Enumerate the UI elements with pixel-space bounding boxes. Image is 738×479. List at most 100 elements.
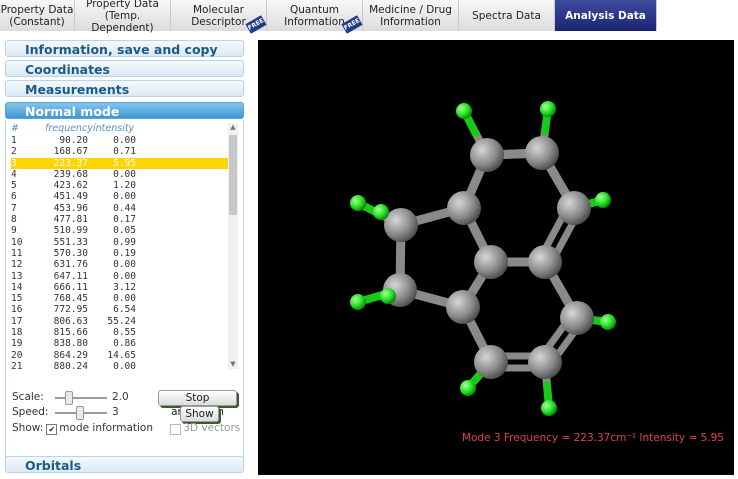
mode-info-checkbox[interactable]: ✔ — [46, 424, 58, 435]
tab-3[interactable]: Molecular Descriptor FREE — [171, 0, 267, 34]
tab-label: Quantum Information — [284, 3, 345, 28]
row-number: 16 — [11, 304, 23, 316]
speed-slider-handle[interactable] — [76, 406, 84, 420]
row-frequency: 168.67 — [53, 146, 88, 158]
table-row[interactable]: 20 864.29 14.65 — [11, 350, 231, 361]
accordion-info[interactable]: Information, save and copy — [5, 40, 244, 57]
row-frequency: 838.80 — [53, 338, 88, 350]
tab-label: Property Data (Constant) — [0, 3, 74, 28]
row-intensity: 3.12 — [113, 281, 136, 293]
hydrogen-atom — [541, 400, 557, 416]
row-intensity: 0.00 — [113, 360, 136, 370]
row-number: 19 — [11, 338, 23, 350]
stop-animation-button[interactable]: Stop animation — [158, 390, 237, 418]
row-frequency: 880.24 — [53, 360, 88, 370]
table-row[interactable]: 12 631.76 0.00 — [11, 259, 231, 270]
table-row[interactable]: 21 880.24 0.00 — [11, 361, 231, 370]
table-row[interactable]: 9 510.99 0.05 — [11, 225, 231, 236]
table-row[interactable]: 16 772.95 6.54 — [11, 304, 231, 315]
row-frequency: 647.11 — [53, 270, 88, 282]
show-button[interactable]: Show — [180, 406, 219, 422]
scale-slider-track[interactable] — [55, 397, 107, 399]
molecule-canvas[interactable] — [258, 40, 734, 475]
carbon-atom — [474, 345, 508, 379]
scroll-down-icon[interactable]: ▼ — [228, 360, 238, 369]
row-number: 6 — [11, 191, 17, 203]
row-number: 21 — [11, 360, 23, 370]
show-label: Show: — [12, 422, 44, 434]
row-intensity: 0.55 — [113, 327, 136, 339]
table-row[interactable]: 10 551.33 0.99 — [11, 237, 231, 248]
tab-label: Property Data (Temp. Dependent) — [86, 0, 159, 34]
row-frequency: 815.66 — [53, 327, 88, 339]
carbon-atom — [470, 138, 504, 172]
table-row[interactable]: 17 806.63 55.24 — [11, 316, 231, 327]
table-scrollbar[interactable]: ▲ ▼ — [228, 123, 238, 369]
vectors-checkbox[interactable]: ✔ — [170, 424, 182, 435]
accordion-normal-mode[interactable]: Normal mode — [5, 102, 244, 119]
row-intensity: 1.20 — [113, 180, 136, 192]
table-row[interactable]: 14 666.11 3.12 — [11, 282, 231, 293]
row-frequency: 864.29 — [53, 349, 88, 361]
table-row[interactable]: 6 451.49 0.00 — [11, 191, 231, 202]
hydrogen-atom — [460, 380, 476, 396]
hydrogen-atom — [350, 294, 366, 310]
hydrogen-atom — [456, 103, 472, 119]
tab-1[interactable]: Property Data (Constant) — [0, 0, 75, 31]
tab-label: Medicine / Drug Information — [369, 3, 452, 28]
row-frequency: 772.95 — [53, 304, 88, 316]
row-number: 17 — [11, 315, 23, 327]
row-intensity: 5.95 — [113, 157, 136, 169]
row-intensity: 0.00 — [113, 168, 136, 180]
row-frequency: 768.45 — [53, 293, 88, 305]
row-intensity: 14.65 — [107, 349, 136, 361]
molecule-viewer[interactable]: Mode 3 Frequency = 223.37cm⁻¹ Intensity … — [258, 40, 734, 475]
row-intensity: 0.71 — [113, 146, 136, 158]
tab-2[interactable]: Property Data (Temp. Dependent) — [75, 0, 171, 34]
row-number: 10 — [11, 236, 23, 248]
row-number: 15 — [11, 293, 23, 305]
accordion-coordinates[interactable]: Coordinates — [5, 60, 244, 77]
table-row[interactable]: 1 90.20 0.00 — [11, 135, 231, 146]
scroll-up-icon[interactable]: ▲ — [228, 123, 238, 132]
table-row[interactable]: 7 453.96 0.44 — [11, 203, 231, 214]
tab-6[interactable]: Spectra Data — [459, 0, 555, 31]
hydrogen-atom — [595, 192, 611, 208]
tab-7[interactable]: Analysis Data — [555, 0, 657, 31]
table-row[interactable]: 11 570.30 0.19 — [11, 248, 231, 259]
carbon-atom — [446, 290, 480, 324]
hydrogen-atom — [350, 195, 366, 211]
row-frequency: 453.96 — [53, 202, 88, 214]
tab-5[interactable]: Medicine / Drug Information — [363, 0, 459, 31]
row-number: 3 — [11, 157, 17, 169]
tab-4[interactable]: Quantum Information FREE — [267, 0, 363, 34]
row-number: 9 — [11, 225, 17, 237]
table-row[interactable]: 19 838.80 0.86 — [11, 338, 231, 349]
row-number: 5 — [11, 180, 17, 192]
table-row[interactable]: 5 423.62 1.20 — [11, 180, 231, 191]
table-row[interactable]: 2 168.67 0.71 — [11, 146, 231, 157]
row-intensity: 0.00 — [113, 259, 136, 271]
carbon-atom — [384, 208, 418, 242]
accordion-measurements[interactable]: Measurements — [5, 80, 244, 97]
table-row[interactable]: 13 647.11 0.00 — [11, 271, 231, 282]
table-row[interactable]: 3 223.37 5.95 — [11, 157, 231, 169]
row-number: 12 — [11, 259, 23, 271]
table-row[interactable]: 8 477.81 0.17 — [11, 214, 231, 225]
row-frequency: 570.30 — [53, 247, 88, 259]
scroll-thumb[interactable] — [229, 135, 237, 215]
table-row[interactable]: 4 239.68 0.00 — [11, 169, 231, 180]
row-frequency: 90.20 — [59, 135, 88, 146]
tab-label: Analysis Data — [565, 9, 646, 22]
table-row[interactable]: 18 815.66 0.55 — [11, 327, 231, 338]
carbon-atom — [525, 136, 559, 170]
scale-slider-handle[interactable] — [65, 391, 73, 405]
atom-group — [350, 101, 616, 416]
accordion-orbitals[interactable]: Orbitals — [5, 456, 244, 473]
row-intensity: 0.19 — [113, 247, 136, 259]
scale-label: Scale: — [12, 391, 44, 403]
row-number: 1 — [11, 135, 17, 146]
table-row[interactable]: 15 768.45 0.00 — [11, 293, 231, 304]
speed-value: 3 — [112, 406, 119, 418]
row-intensity: 0.44 — [113, 202, 136, 214]
